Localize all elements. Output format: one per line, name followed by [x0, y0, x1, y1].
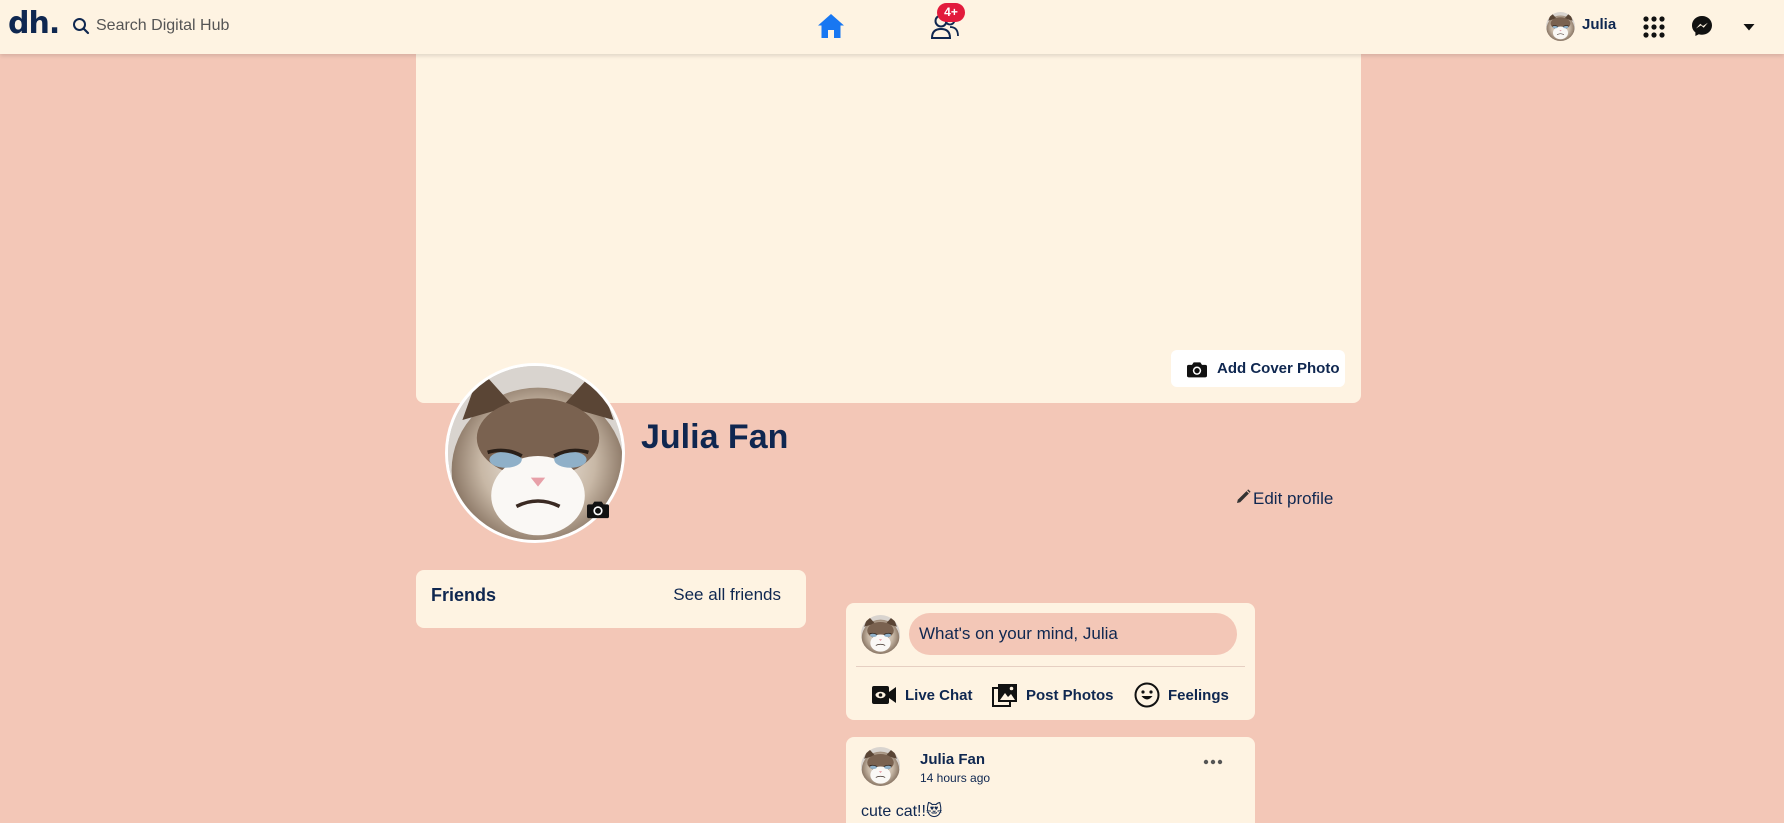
video-icon — [872, 686, 896, 704]
live-chat-button[interactable]: Live Chat — [871, 681, 973, 709]
edit-profile-label: Edit profile — [1253, 489, 1334, 508]
home-icon[interactable] — [817, 12, 845, 40]
more-options-icon[interactable] — [1202, 757, 1224, 767]
post-card: Julia Fan 14 hours ago cute cat!!😻 — [846, 737, 1255, 823]
live-chat-label: Live Chat — [905, 686, 973, 704]
logo[interactable]: dh. — [8, 6, 60, 41]
add-cover-photo-label: Add Cover Photo — [1217, 360, 1340, 377]
camera-icon[interactable] — [587, 499, 609, 519]
post-text: cute cat!!😻 — [861, 803, 943, 820]
add-cover-photo-button[interactable]: Add Cover Photo — [1171, 350, 1345, 387]
see-all-friends-link[interactable]: See all friends — [673, 585, 781, 605]
friend-requests-badge: 4+ — [937, 3, 965, 22]
post-photos-button[interactable]: Post Photos — [992, 681, 1114, 709]
post-author[interactable]: Julia Fan — [920, 751, 985, 768]
top-nav-bar: dh. 4+ Julia — [0, 0, 1784, 54]
post-photos-label: Post Photos — [1026, 686, 1114, 704]
post-composer: Live Chat Post Photos Feelings — [846, 603, 1255, 720]
avatar — [861, 615, 900, 654]
photos-icon — [992, 684, 1017, 707]
smile-icon — [1134, 682, 1160, 708]
feelings-button[interactable]: Feelings — [1134, 681, 1229, 709]
messenger-icon[interactable] — [1691, 15, 1713, 37]
feelings-label: Feelings — [1168, 686, 1229, 704]
camera-icon — [1187, 360, 1207, 378]
friends-card: Friends See all friends — [416, 570, 806, 628]
divider — [856, 666, 1245, 667]
search-input[interactable] — [96, 12, 356, 40]
apps-grid-icon[interactable] — [1643, 16, 1665, 38]
pencil-icon — [1237, 489, 1251, 503]
profile-name: Julia Fan — [641, 418, 789, 456]
user-name[interactable]: Julia — [1582, 16, 1616, 33]
status-input[interactable] — [909, 613, 1237, 655]
edit-profile-link[interactable]: Edit profile — [1235, 489, 1333, 509]
search-icon — [73, 18, 90, 35]
avatar[interactable] — [1546, 12, 1575, 41]
chevron-down-icon[interactable] — [1742, 20, 1756, 34]
post-timestamp[interactable]: 14 hours ago — [920, 771, 990, 785]
avatar[interactable] — [861, 747, 900, 786]
friends-title: Friends — [431, 585, 497, 605]
